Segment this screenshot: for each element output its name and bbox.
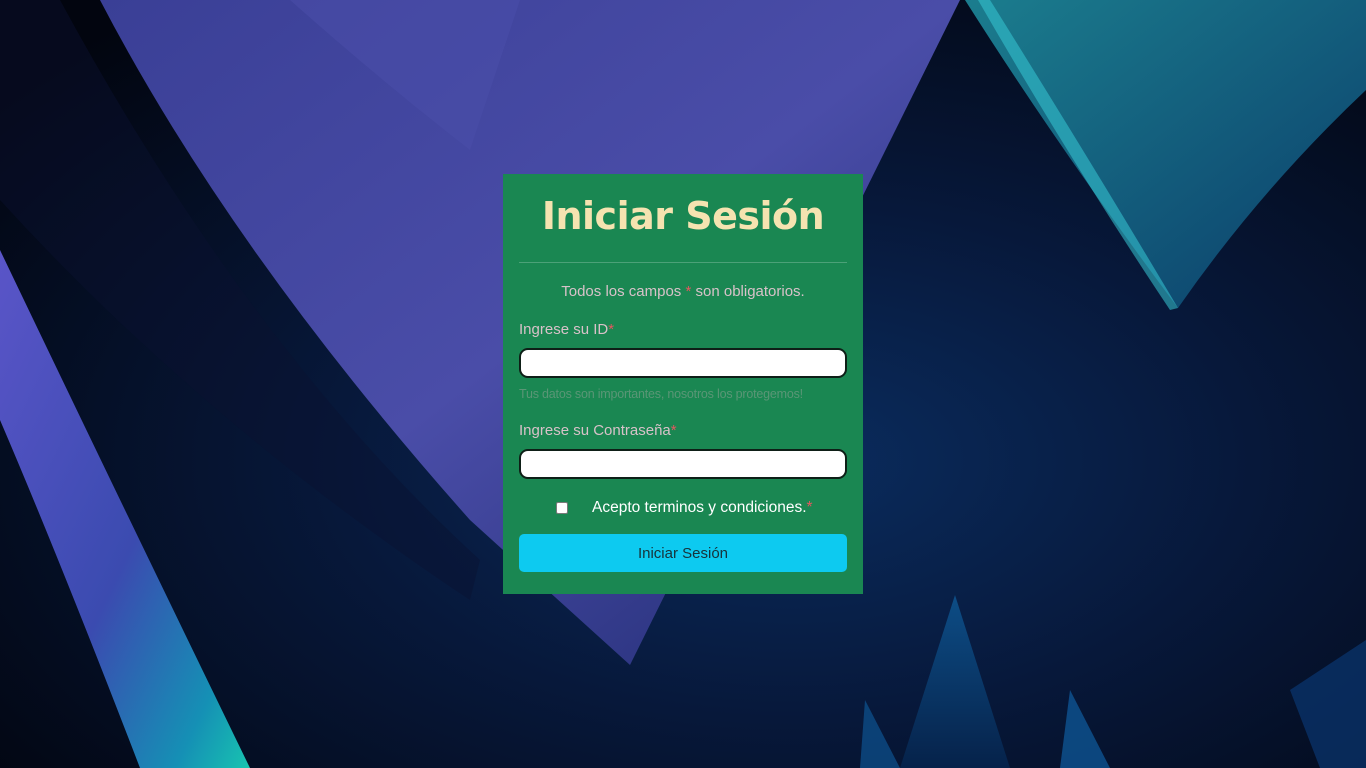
terms-label: Acepto terminos y condiciones.* bbox=[592, 499, 813, 517]
required-note-suffix: son obligatorios. bbox=[691, 283, 805, 300]
login-submit-button[interactable]: Iniciar Sesión bbox=[519, 534, 847, 572]
id-input[interactable] bbox=[519, 348, 847, 378]
login-title: Iniciar Sesión bbox=[541, 194, 825, 238]
id-label-row: Ingrese su ID* bbox=[519, 321, 847, 338]
id-hint-text: Tus datos son importantes, nosotros los … bbox=[519, 387, 803, 401]
terms-required-star: * bbox=[806, 499, 813, 516]
password-input[interactable] bbox=[519, 449, 847, 479]
id-label: Ingrese su ID bbox=[519, 321, 609, 338]
password-required-star: * bbox=[670, 422, 677, 439]
terms-label-text: Acepto terminos y condiciones. bbox=[592, 499, 807, 516]
password-label-row: Ingrese su Contraseña* bbox=[519, 422, 847, 439]
required-note-prefix: Todos los campos bbox=[561, 283, 686, 300]
password-label: Ingrese su Contraseña bbox=[519, 422, 671, 439]
login-card: Iniciar Sesión Todos los campos * son ob… bbox=[503, 174, 863, 594]
id-required-star: * bbox=[608, 321, 615, 338]
terms-checkbox[interactable] bbox=[556, 502, 568, 514]
title-divider bbox=[519, 262, 847, 263]
terms-row: Acepto terminos y condiciones.* bbox=[519, 497, 847, 519]
required-fields-note: Todos los campos * son obligatorios. bbox=[519, 283, 847, 300]
